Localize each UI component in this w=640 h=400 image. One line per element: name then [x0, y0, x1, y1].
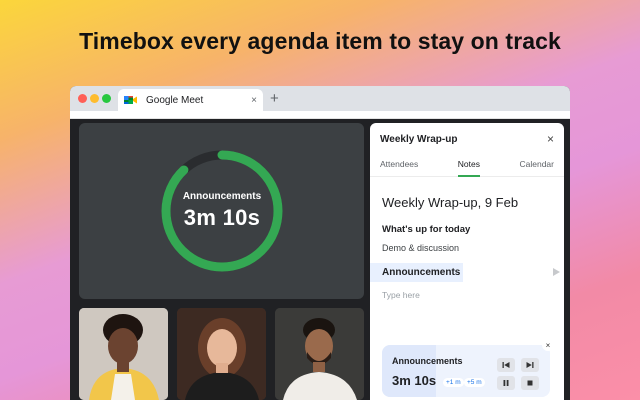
participant-avatar [275, 308, 364, 400]
browser-toolbar [70, 111, 570, 119]
panel-title: Weekly Wrap-up [380, 133, 458, 145]
notes-title: Weekly Wrap-up, 9 Feb [382, 195, 519, 210]
skip-next-icon [526, 362, 534, 368]
participant-video[interactable] [177, 308, 266, 400]
browser-window: Google Meet × + Announcements 3m 10s Wee… [70, 86, 570, 400]
new-tab-button[interactable]: + [270, 90, 279, 107]
mini-timer-label: Announcements [392, 356, 463, 366]
ring-text: Announcements 3m 10s [160, 149, 284, 273]
timer-stage: Announcements 3m 10s [79, 123, 364, 299]
tab-strip: Google Meet × + [70, 86, 570, 111]
close-icon[interactable]: × [547, 132, 554, 146]
skip-previous-icon [502, 362, 510, 368]
close-timer-icon[interactable]: × [542, 339, 554, 351]
participant-video[interactable] [79, 308, 168, 400]
stop-button[interactable] [521, 376, 539, 390]
play-icon[interactable] [553, 268, 560, 276]
add-5-minutes-button[interactable]: +5 m [464, 378, 485, 387]
tab-calendar[interactable]: Calendar [520, 155, 555, 176]
stop-icon [527, 380, 533, 386]
add-1-minute-button[interactable]: +1 m [443, 378, 464, 387]
current-item-label: Announcements [182, 191, 262, 202]
tab-attendees[interactable]: Attendees [380, 155, 418, 176]
previous-item-button[interactable] [497, 358, 515, 372]
window-close-button[interactable] [78, 94, 87, 103]
notes-heading: What's up for today [382, 224, 471, 235]
agenda-item-row[interactable]: Announcements [370, 263, 564, 282]
notes-editor[interactable]: Weekly Wrap-up, 9 Feb What's up for toda… [370, 177, 564, 300]
participant-avatar [177, 308, 266, 400]
panel-header: Weekly Wrap-up × [370, 123, 564, 155]
timer-progress-fill [382, 345, 436, 397]
agenda-side-panel: Weekly Wrap-up × Attendees Notes Calenda… [370, 123, 564, 400]
google-meet-icon [124, 94, 138, 106]
headline: Timebox every agenda item to stay on tra… [79, 28, 561, 54]
tab-close-icon[interactable]: × [251, 95, 257, 106]
remaining-time: 3m 10s [183, 205, 261, 230]
pause-button[interactable] [497, 376, 515, 390]
notes-item: Demo & discussion [382, 243, 460, 253]
participant-avatar [79, 308, 168, 400]
notes-placeholder: Type here [382, 290, 420, 300]
agenda-item-label: Announcements [382, 267, 461, 278]
participant-video[interactable] [275, 308, 364, 400]
next-item-button[interactable] [521, 358, 539, 372]
mini-timer-card: Announcements 3m 10s +1 m +5 m [382, 345, 550, 397]
window-minimize-button[interactable] [90, 94, 99, 103]
panel-tabs: Attendees Notes Calendar [370, 155, 564, 177]
tab-notes[interactable]: Notes [457, 155, 480, 177]
pause-icon [503, 380, 509, 386]
tab-google-meet[interactable]: Google Meet × [118, 89, 263, 111]
mini-timer-time: 3m 10s [392, 373, 437, 388]
window-maximize-button[interactable] [102, 94, 111, 103]
tab-label: Google Meet [146, 94, 204, 106]
